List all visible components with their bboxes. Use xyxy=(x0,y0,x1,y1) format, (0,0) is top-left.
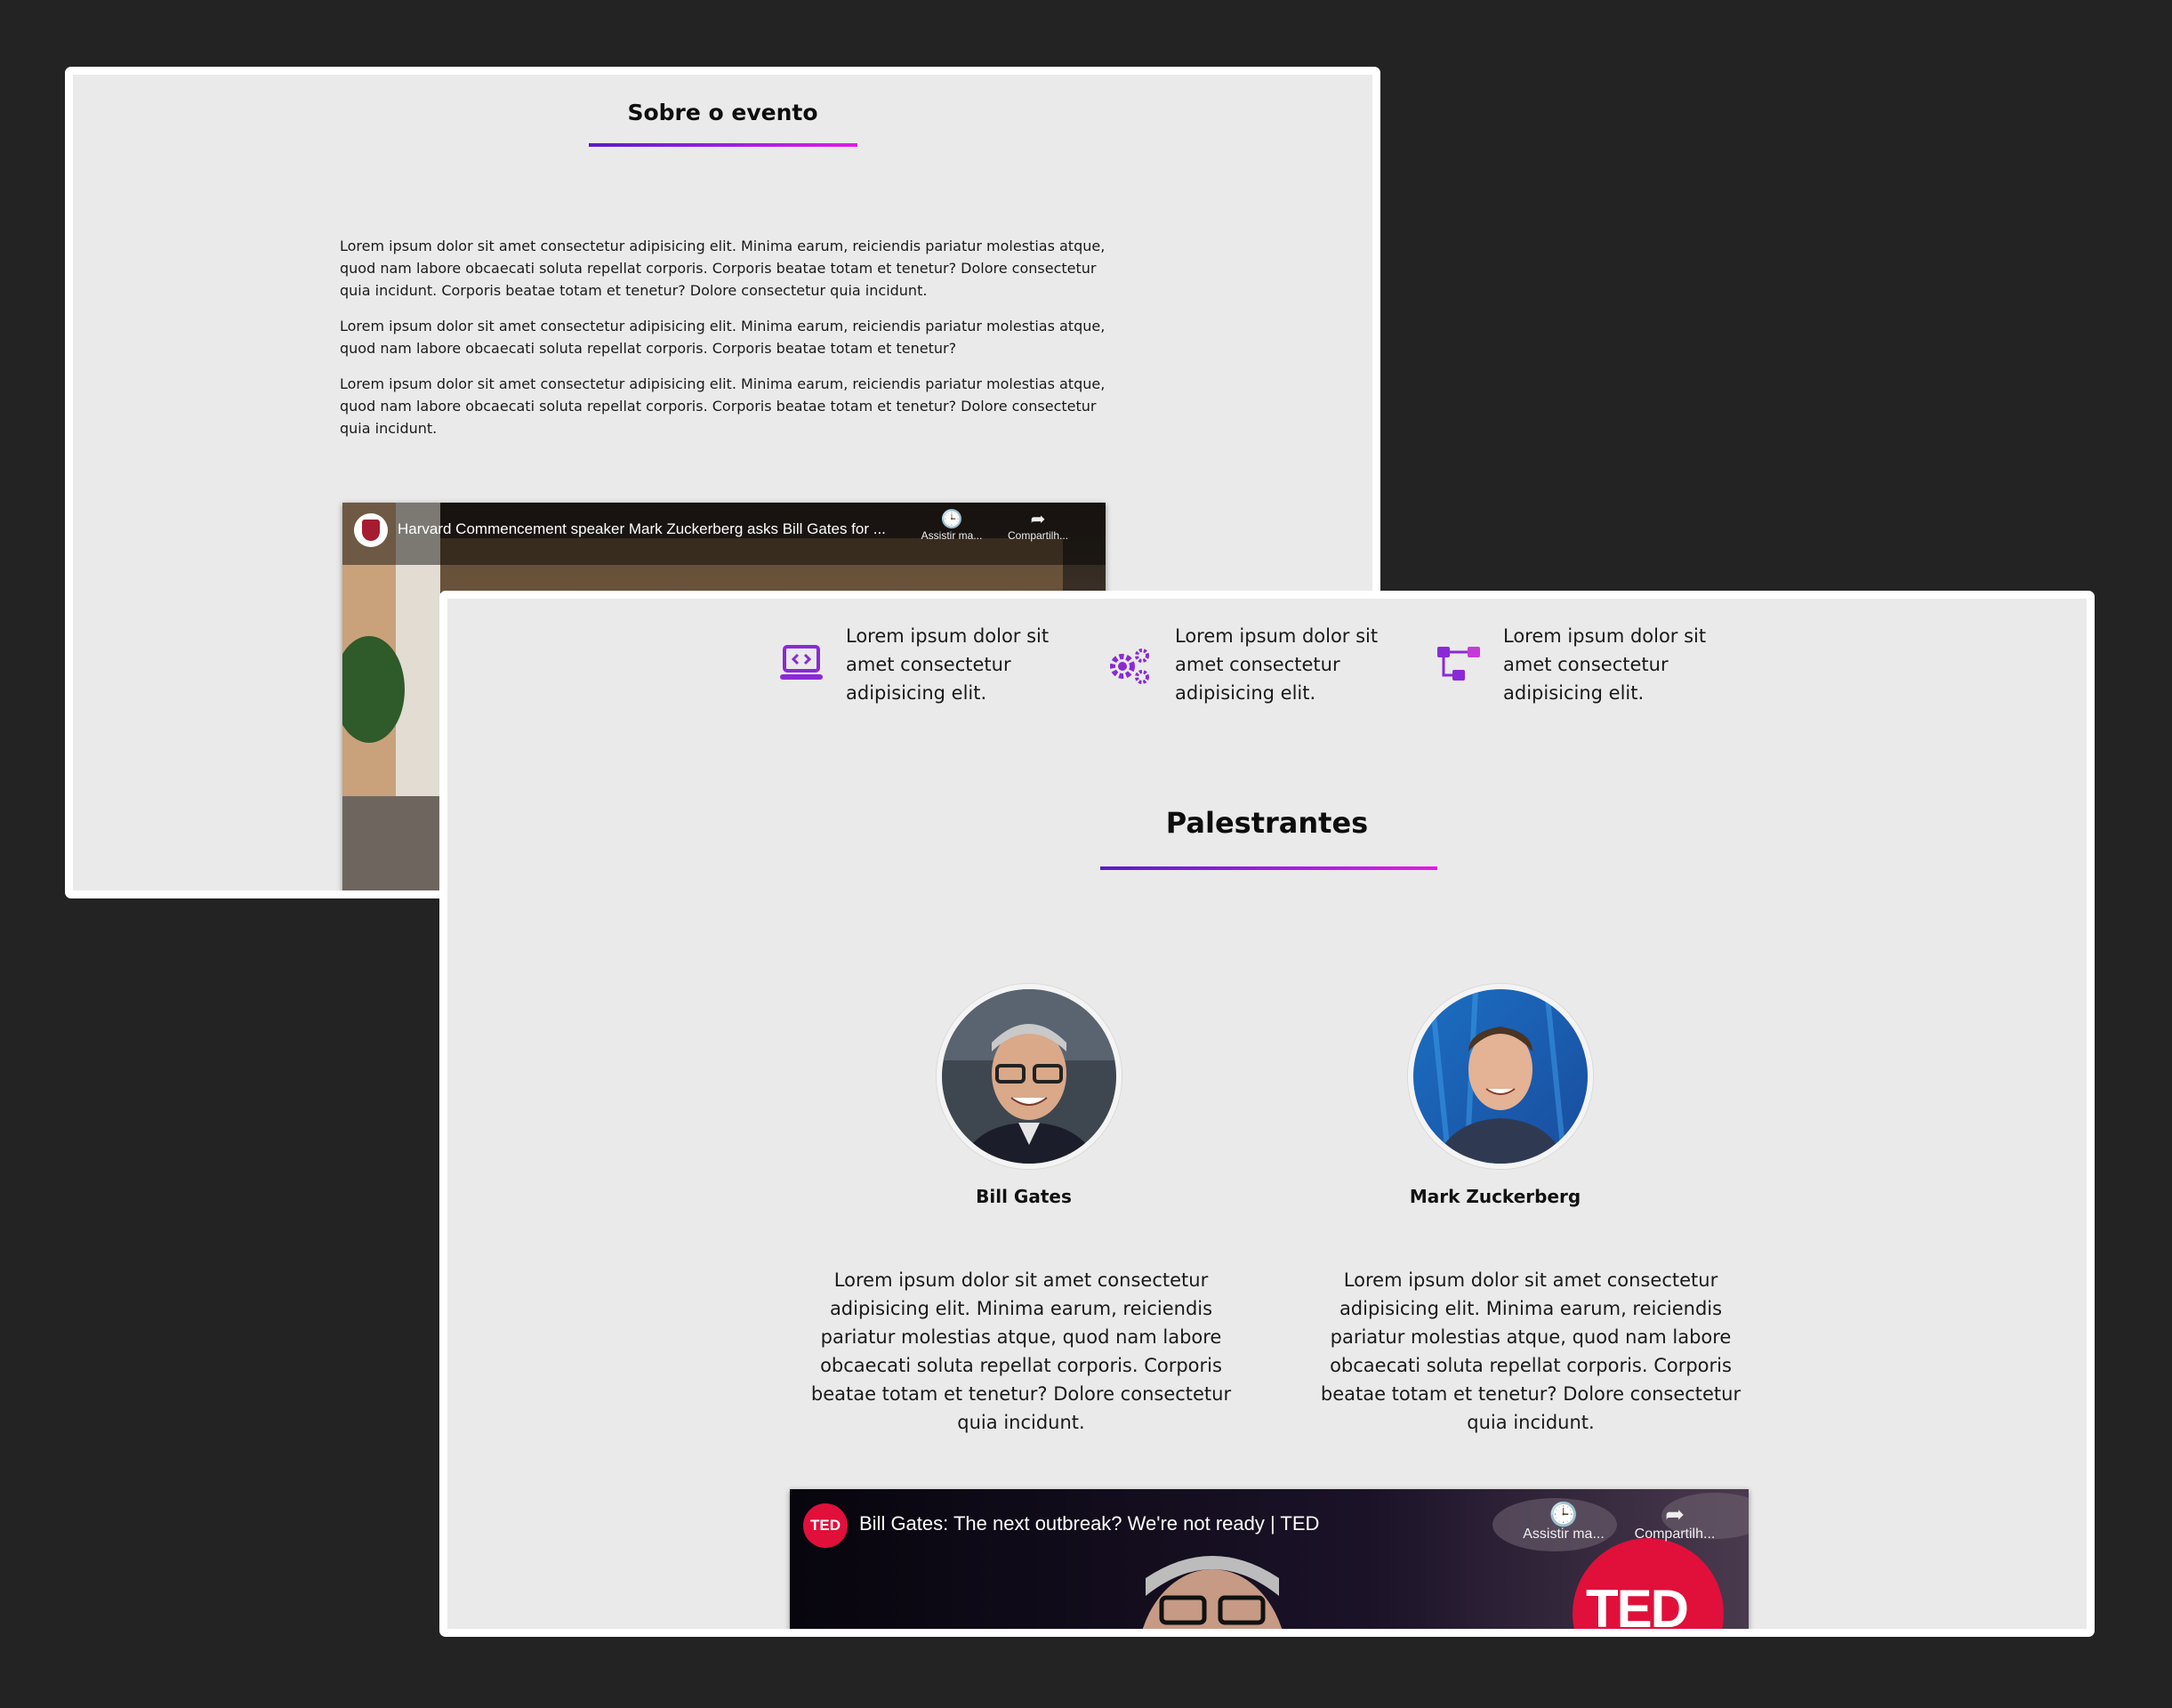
diagram-icon xyxy=(1436,645,1481,689)
about-title-underline xyxy=(589,143,857,147)
feature-text-1: Lorem ipsum dolor sit amet consectetur a… xyxy=(846,625,1050,704)
watch-later-button[interactable]: 🕒 Assistir ma... xyxy=(916,510,987,542)
laptop-code-icon xyxy=(779,645,824,689)
channel-avatar[interactable] xyxy=(354,513,388,547)
feature-text-3: Lorem ipsum dolor sit amet consectetur a… xyxy=(1503,625,1707,704)
bill-gates-portrait xyxy=(942,989,1116,1164)
share-button[interactable]: ➦ Compartilh... xyxy=(1626,1502,1724,1543)
feature-text-2: Lorem ipsum dolor sit amet consectetur a… xyxy=(1175,625,1379,704)
mark-zuckerberg-portrait xyxy=(1413,989,1588,1164)
speakers-title: Palestrantes xyxy=(1165,806,1369,840)
about-paragraph-1: Lorem ipsum dolor sit amet consectetur a… xyxy=(340,238,1106,299)
clock-icon: 🕒 xyxy=(1549,1501,1579,1527)
about-title: Sobre o evento xyxy=(627,100,818,125)
speaker-bio-mark-zuckerberg: Lorem ipsum dolor sit amet consectetur a… xyxy=(1320,1269,1742,1433)
share-button[interactable]: ➦ Compartilh... xyxy=(1002,510,1074,542)
channel-avatar[interactable]: TED xyxy=(803,1503,848,1548)
share-arrow-icon: ➦ xyxy=(1665,1501,1685,1527)
harvard-shield-icon xyxy=(362,520,380,541)
ted-logo-thumbnail: TED xyxy=(1586,1579,1689,1629)
speaker-video-embed[interactable]: TED TED Bill Gates: The next outbreak? W… xyxy=(790,1489,1749,1629)
speaker-name-bill-gates: Bill Gates xyxy=(976,1186,1072,1207)
ted-badge: TED xyxy=(810,1517,841,1534)
avatar-mark-zuckerberg xyxy=(1408,984,1593,1169)
share-arrow-icon: ➦ xyxy=(1030,510,1046,529)
gears-icon xyxy=(1106,645,1153,689)
video-title[interactable]: Harvard Commencement speaker Mark Zucker… xyxy=(398,520,886,538)
about-paragraph-2: Lorem ipsum dolor sit amet consectetur a… xyxy=(340,318,1106,357)
speaker-name-mark-zuckerberg: Mark Zuckerberg xyxy=(1409,1186,1581,1207)
speakers-title-underline xyxy=(1100,866,1437,870)
speakers-section: Lorem ipsum dolor sit amet consectetur a… xyxy=(447,599,2087,1629)
video-title[interactable]: Bill Gates: The next outbreak? We're not… xyxy=(859,1512,1319,1535)
watch-later-button[interactable]: 🕒 Assistir ma... xyxy=(1515,1502,1613,1543)
avatar-bill-gates xyxy=(937,984,1122,1169)
about-paragraph-3: Lorem ipsum dolor sit amet consectetur a… xyxy=(340,375,1106,437)
speakers-section-window: Lorem ipsum dolor sit amet consectetur a… xyxy=(439,591,2095,1637)
clock-icon: 🕒 xyxy=(940,510,963,529)
speaker-bio-bill-gates: Lorem ipsum dolor sit amet consectetur a… xyxy=(810,1269,1232,1433)
